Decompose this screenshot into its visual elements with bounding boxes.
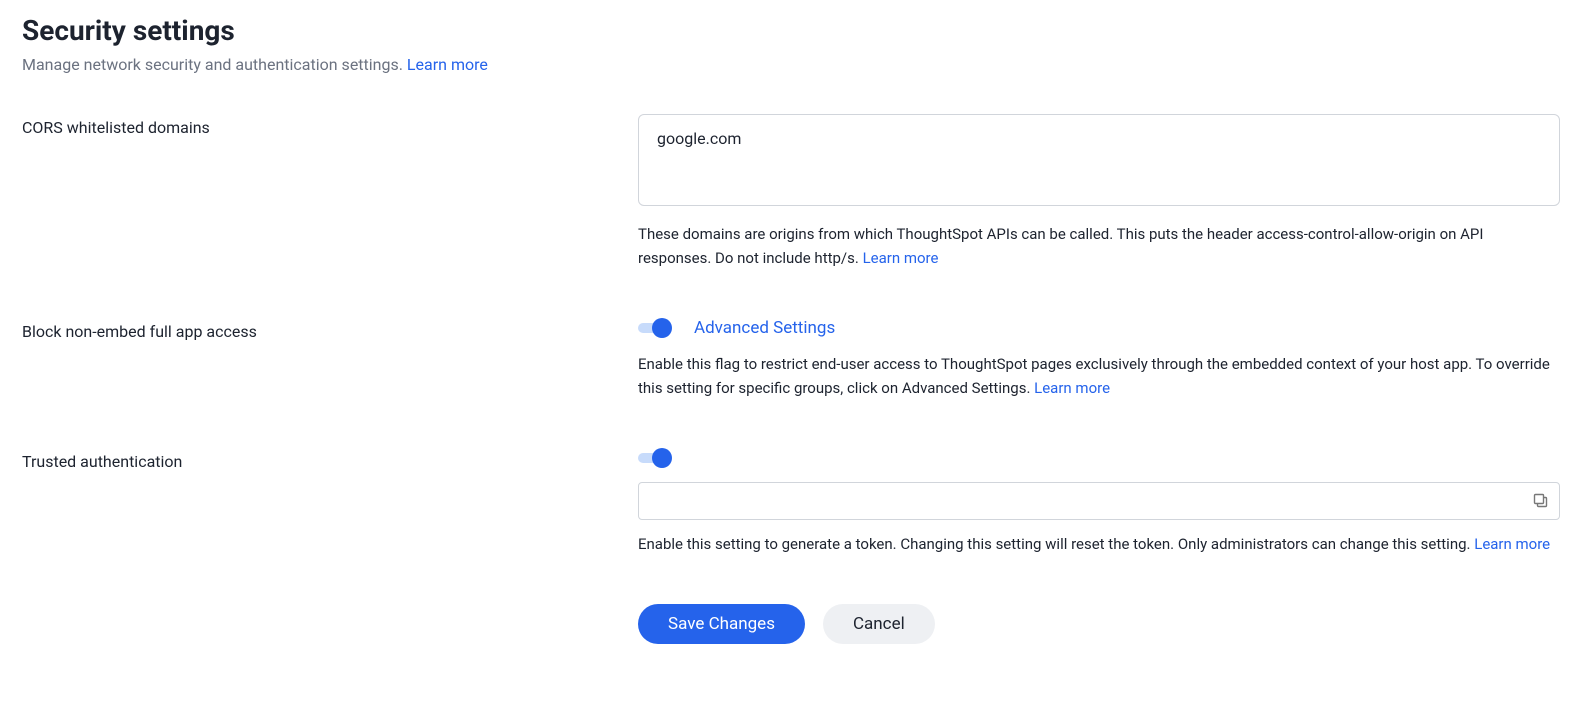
trusted-auth-label: Trusted authentication	[22, 448, 638, 471]
cors-label: CORS whitelisted domains	[22, 114, 638, 137]
trusted-auth-toggle[interactable]	[638, 448, 672, 468]
trusted-auth-toggle-row	[638, 448, 1560, 468]
copy-icon[interactable]	[1533, 493, 1549, 509]
header-learn-more-link[interactable]: Learn more	[407, 55, 488, 74]
trusted-auth-helper-text: Enable this setting to generate a token.…	[638, 535, 1471, 553]
cors-helper: These domains are origins from which Tho…	[638, 222, 1560, 270]
block-embed-control: Advanced Settings Enable this flag to re…	[638, 318, 1560, 400]
cors-control: These domains are origins from which Tho…	[638, 114, 1560, 270]
page-subtitle: Manage network security and authenticati…	[22, 55, 1560, 74]
advanced-settings-link[interactable]: Advanced Settings	[694, 318, 835, 338]
cors-helper-text: These domains are origins from which Tho…	[638, 225, 1483, 267]
block-embed-toggle-row: Advanced Settings	[638, 318, 1560, 338]
cors-learn-more-link[interactable]: Learn more	[863, 249, 939, 267]
block-embed-helper: Enable this flag to restrict end-user ac…	[638, 352, 1560, 400]
subtitle-text: Manage network security and authenticati…	[22, 55, 403, 74]
action-buttons: Save Changes Cancel	[638, 604, 1560, 644]
trusted-auth-control: Enable this setting to generate a token.…	[638, 448, 1560, 556]
toggle-knob	[652, 448, 672, 468]
cors-row: CORS whitelisted domains These domains a…	[22, 114, 1560, 270]
block-embed-label: Block non-embed full app access	[22, 318, 638, 341]
cancel-button[interactable]: Cancel	[823, 604, 935, 644]
trusted-auth-helper: Enable this setting to generate a token.…	[638, 532, 1560, 556]
cors-domains-input[interactable]	[638, 114, 1560, 206]
toggle-knob	[652, 318, 672, 338]
trusted-auth-token-field[interactable]	[638, 482, 1560, 520]
page-title: Security settings	[22, 14, 1560, 47]
block-embed-row: Block non-embed full app access Advanced…	[22, 318, 1560, 400]
block-embed-toggle[interactable]	[638, 318, 672, 338]
trusted-auth-row: Trusted authentication Enable this se	[22, 448, 1560, 556]
save-button[interactable]: Save Changes	[638, 604, 805, 644]
security-settings-page: Security settings Manage network securit…	[0, 0, 1582, 674]
block-embed-learn-more-link[interactable]: Learn more	[1034, 379, 1110, 397]
trusted-auth-learn-more-link[interactable]: Learn more	[1474, 535, 1550, 553]
